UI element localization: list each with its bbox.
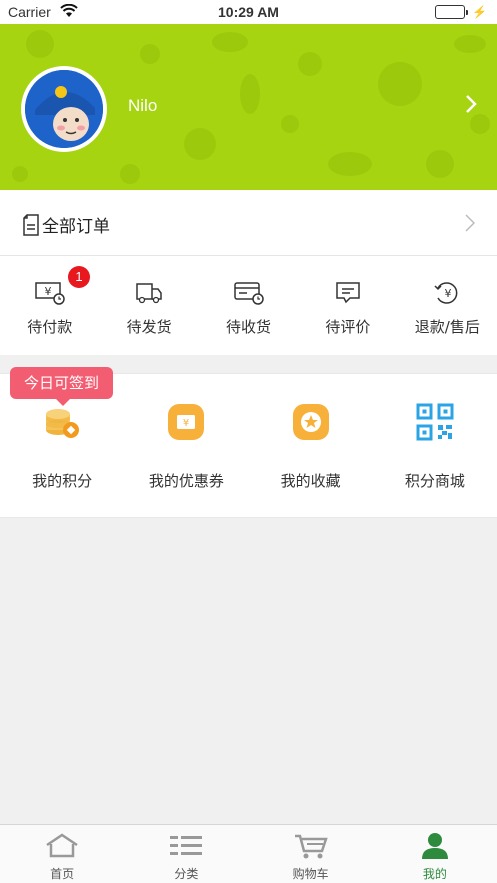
username: Nilo bbox=[128, 96, 158, 115]
my-coupons[interactable]: ¥ 我的优惠券 bbox=[124, 374, 248, 517]
my-favorites[interactable]: 我的收藏 bbox=[249, 374, 373, 517]
cart-icon bbox=[293, 831, 329, 861]
tab-home[interactable]: 首页 bbox=[0, 825, 124, 883]
svg-text:¥: ¥ bbox=[44, 285, 51, 298]
delivery-truck-icon bbox=[134, 280, 164, 306]
service-label: 积分商城 bbox=[404, 472, 465, 490]
order-status-label: 退款/售后 bbox=[414, 318, 480, 336]
battery-icon: ⚡ bbox=[435, 5, 487, 19]
tab-mine[interactable]: 我的 bbox=[373, 825, 497, 883]
home-icon bbox=[44, 831, 80, 861]
chevron-right-icon bbox=[465, 214, 476, 236]
order-status-label: 待收货 bbox=[226, 318, 272, 336]
document-icon bbox=[22, 214, 40, 240]
points-mall[interactable]: 积分商城 bbox=[373, 374, 497, 517]
svg-text:¥: ¥ bbox=[445, 287, 452, 300]
category-list-icon bbox=[168, 831, 204, 861]
user-icon bbox=[420, 831, 450, 861]
card-clock-icon bbox=[233, 280, 265, 306]
order-status-to-receive[interactable]: 待收货 bbox=[199, 256, 298, 355]
avatar-meme-image bbox=[25, 70, 103, 148]
tab-label: 购物车 bbox=[292, 867, 329, 881]
order-status-bar: ¥ 待付款 1 待发货 待收货 待评价 ¥ 退款/售后 bbox=[0, 256, 497, 355]
svg-text:¥: ¥ bbox=[183, 418, 189, 429]
service-label: 我的积分 bbox=[32, 472, 93, 490]
status-bar: Carrier 10:29 AM ⚡ bbox=[0, 0, 497, 24]
order-status-refund[interactable]: ¥ 退款/售后 bbox=[398, 256, 497, 355]
order-status-to-review[interactable]: 待评价 bbox=[298, 256, 397, 355]
count-badge: 1 bbox=[68, 266, 90, 288]
order-status-label: 待付款 bbox=[27, 318, 73, 336]
order-status-to-ship[interactable]: 待发货 bbox=[99, 256, 198, 355]
profile-header[interactable]: Nilo bbox=[0, 24, 497, 190]
star-icon bbox=[291, 402, 331, 442]
tab-category[interactable]: 分类 bbox=[124, 825, 248, 883]
service-label: 我的优惠券 bbox=[148, 472, 224, 490]
refund-icon: ¥ bbox=[433, 280, 461, 306]
tab-label: 我的 bbox=[422, 867, 447, 881]
order-status-label: 待评价 bbox=[325, 318, 371, 336]
all-orders-row[interactable]: 全部订单 bbox=[0, 190, 497, 256]
comment-icon bbox=[334, 280, 362, 306]
order-status-label: 待发货 bbox=[126, 318, 172, 336]
signin-available-tooltip[interactable]: 今日可签到 bbox=[10, 367, 114, 406]
tab-label: 分类 bbox=[174, 867, 199, 881]
yuan-bill-icon: ¥ bbox=[34, 280, 66, 306]
avatar[interactable] bbox=[21, 66, 107, 152]
tab-label: 首页 bbox=[50, 867, 75, 881]
qr-code-icon bbox=[415, 402, 455, 442]
coupon-icon: ¥ bbox=[166, 402, 206, 442]
clock: 10:29 AM bbox=[218, 4, 279, 20]
coins-icon bbox=[42, 402, 82, 442]
bottom-tab-bar: 首页 分类 购物车 我的 bbox=[0, 824, 497, 883]
chevron-right-icon[interactable] bbox=[465, 94, 477, 118]
service-label: 我的收藏 bbox=[280, 472, 341, 490]
all-orders-label: 全部订单 bbox=[42, 217, 110, 237]
tab-cart[interactable]: 购物车 bbox=[249, 825, 373, 883]
order-status-pending-payment[interactable]: ¥ 待付款 1 bbox=[0, 256, 99, 355]
